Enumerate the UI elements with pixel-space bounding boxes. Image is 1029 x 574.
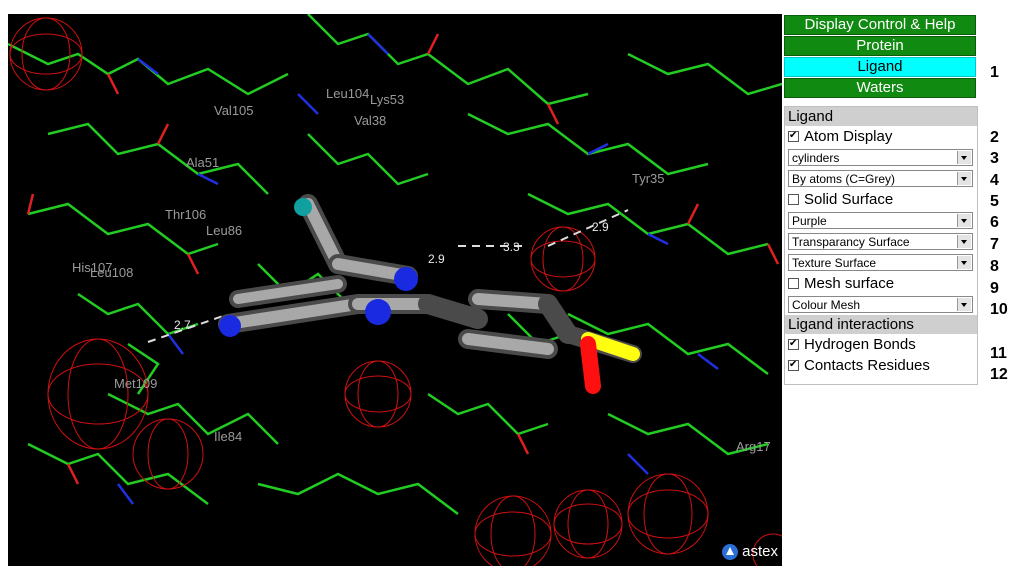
row-number: 12 [990, 366, 1008, 383]
residue-label: Leu104 [326, 86, 370, 101]
hydrogen-bonds-checkbox[interactable] [788, 339, 799, 350]
colour-select[interactable]: By atoms (C=Grey) [788, 170, 973, 187]
contacts-residues-checkbox[interactable] [788, 360, 799, 371]
residue-label: Leu86 [206, 223, 243, 238]
colour-select-value: By atoms (C=Grey) [792, 171, 896, 186]
waters-button[interactable]: Waters [784, 78, 976, 98]
texture-select[interactable]: Texture Surface [788, 254, 973, 271]
row-number: 9 [990, 280, 999, 297]
distance-label: 2.9 [428, 252, 445, 266]
distance-label: 2.7 [174, 318, 191, 332]
row-number: 2 [990, 129, 999, 146]
atom-display-row[interactable]: Atom Display [785, 126, 977, 147]
contacts-residues-row[interactable]: Contacts Residues [785, 355, 977, 376]
residue-label: Arg17 [736, 439, 771, 454]
residue-label: Leu108 [90, 265, 134, 280]
row-number: 3 [990, 150, 999, 167]
residue-label: Thr106 [165, 207, 207, 222]
residue-label: Ile84 [214, 429, 243, 444]
row-number: 5 [990, 193, 999, 210]
row-number: 4 [990, 172, 999, 189]
row-number: 1 [990, 64, 999, 81]
chevron-down-icon[interactable] [957, 298, 971, 311]
display-control-panel: Display Control & Help Protein Ligand Wa… [784, 15, 976, 99]
mesh-surface-checkbox[interactable] [788, 278, 799, 289]
mesh-colour-select[interactable]: Colour Mesh [788, 296, 973, 313]
astex-logo-icon [722, 543, 739, 560]
residue-label: Val105 [214, 103, 254, 118]
contacts-residues-label: Contacts Residues [804, 357, 930, 374]
solid-surface-label: Solid Surface [804, 191, 894, 208]
residue-label: Lys53 [370, 92, 405, 107]
molecule-viewer[interactable]: Leu104 Lys53 Val105 Val38 Ala51 Tyr35 Th… [8, 14, 782, 566]
display-control-help-button[interactable]: Display Control & Help [784, 15, 976, 35]
distance-label: 3.3 [503, 240, 520, 254]
ligand-controls: Ligand Atom Display cylinders By atoms (… [784, 106, 978, 385]
chevron-down-icon[interactable] [957, 214, 971, 227]
mesh-colour-value: Colour Mesh [792, 297, 861, 312]
row-number: 10 [990, 301, 1008, 318]
transparency-select[interactable]: Transparancy Surface [788, 233, 973, 250]
style-select-value: cylinders [792, 150, 840, 165]
chevron-down-icon[interactable] [957, 256, 971, 269]
distance-label: 2.9 [592, 220, 609, 234]
astex-logo: astex [722, 543, 778, 560]
style-select[interactable]: cylinders [788, 149, 973, 166]
chevron-down-icon[interactable] [957, 172, 971, 185]
ligand-section-title: Ligand [785, 107, 977, 126]
surface-colour-value: Purple [792, 213, 827, 228]
texture-value: Texture Surface [792, 255, 877, 270]
atom-display-label: Atom Display [804, 128, 893, 145]
row-number: 11 [990, 345, 1007, 362]
ligand-button[interactable]: Ligand [784, 57, 976, 77]
solid-surface-row[interactable]: Solid Surface [785, 189, 977, 210]
surface-colour-select[interactable]: Purple [788, 212, 973, 229]
transparency-value: Transparancy Surface [792, 234, 910, 249]
row-number: 6 [990, 214, 999, 231]
mesh-surface-row[interactable]: Mesh surface [785, 273, 977, 294]
chevron-down-icon[interactable] [957, 151, 971, 164]
residue-label: Val38 [354, 113, 387, 128]
residue-label: Met109 [114, 376, 158, 391]
residue-label: Tyr35 [632, 171, 665, 186]
mesh-surface-label: Mesh surface [804, 275, 895, 292]
atom-display-checkbox[interactable] [788, 131, 799, 142]
row-number: 7 [990, 236, 999, 253]
hydrogen-bonds-row[interactable]: Hydrogen Bonds [785, 334, 977, 355]
hydrogen-bonds-label: Hydrogen Bonds [804, 336, 916, 353]
solid-surface-checkbox[interactable] [788, 194, 799, 205]
chevron-down-icon[interactable] [957, 235, 971, 248]
astex-logo-text: astex [742, 543, 778, 560]
protein-button[interactable]: Protein [784, 36, 976, 56]
ligand-interactions-title: Ligand interactions [785, 315, 977, 334]
row-number: 8 [990, 258, 999, 275]
residue-label: Ala51 [186, 155, 220, 170]
